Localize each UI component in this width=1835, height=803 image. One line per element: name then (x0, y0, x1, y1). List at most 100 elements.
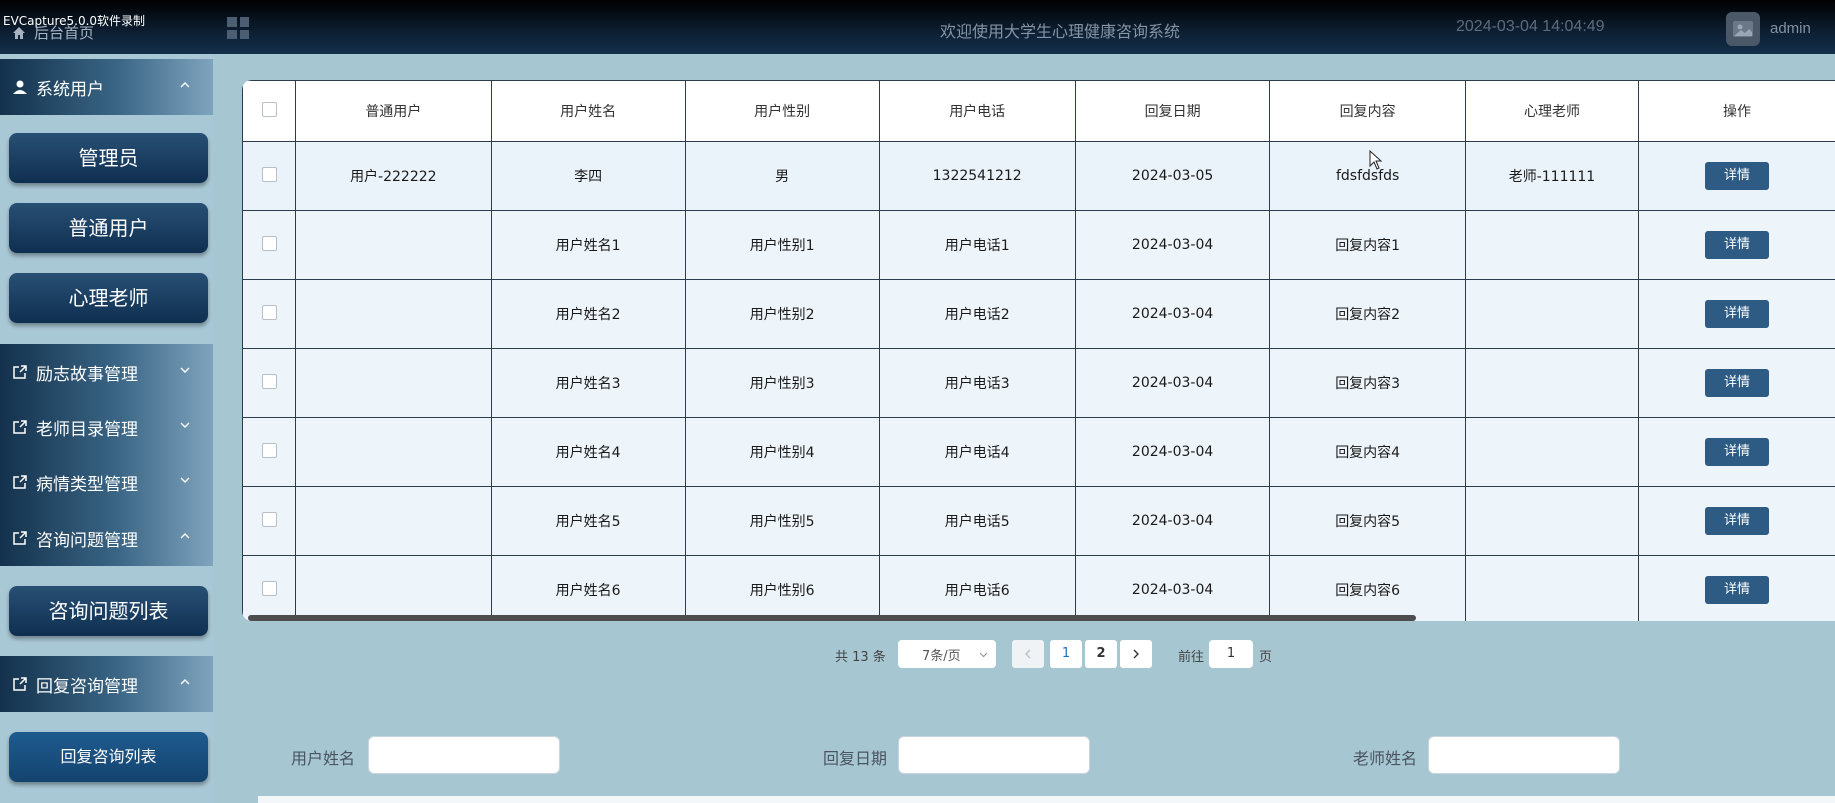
goto-page-input[interactable]: 1 (1209, 640, 1253, 668)
select-all-checkbox[interactable] (261, 101, 277, 117)
table-cell (295, 348, 492, 418)
username[interactable]: admin (1770, 20, 1811, 37)
table-cell (295, 486, 492, 556)
horizontal-scrollbar[interactable] (248, 615, 1416, 621)
column-header: 普通用户 (295, 80, 492, 142)
action-cell: 详情 (1638, 348, 1835, 418)
table-cell (295, 279, 492, 349)
sidebar-group-label: 回复咨询管理 (36, 676, 138, 697)
table-cell: 用户电话2 (878, 279, 1076, 349)
chevron-up-icon (180, 679, 190, 685)
table-cell: 用户性别6 (684, 555, 880, 621)
row-select-cell[interactable] (242, 141, 297, 211)
column-header: 操作 (1638, 80, 1835, 142)
table-cell: 用户姓名5 (490, 486, 686, 556)
table-cell: 用户性别1 (684, 210, 880, 280)
reply-table-container: 普通用户 用户姓名 用户性别 用户电话 回复日期 回复内容 心理老师 操作 用户… (242, 80, 1835, 621)
detail-button[interactable]: 详情 (1705, 231, 1770, 259)
row-select-cell[interactable] (242, 348, 297, 418)
table-cell: fdsfdsfds (1269, 141, 1466, 211)
select-all-cell[interactable] (242, 80, 297, 142)
column-header: 回复日期 (1074, 80, 1271, 142)
table-cell (295, 210, 492, 280)
sidebar-group-label: 咨询问题管理 (36, 530, 138, 551)
sidebar-item-question-list[interactable]: 咨询问题列表 (9, 586, 208, 636)
prev-page-button[interactable] (1012, 640, 1044, 668)
teacher-name-label: 老师姓名 (1353, 749, 1418, 768)
teacher-name-input[interactable] (1428, 736, 1620, 774)
table-cell: 回复内容2 (1269, 279, 1466, 349)
chevron-right-icon (1133, 649, 1139, 659)
user-name-input[interactable] (368, 736, 560, 774)
table-cell: 回复内容1 (1269, 210, 1466, 280)
row-checkbox[interactable] (261, 442, 277, 458)
column-header: 用户姓名 (490, 80, 686, 142)
row-select-cell[interactable] (242, 417, 297, 487)
detail-button[interactable]: 详情 (1705, 162, 1770, 190)
user-name-label: 用户姓名 (291, 749, 356, 768)
goto-suffix: 页 (1259, 650, 1273, 665)
detail-button[interactable]: 详情 (1705, 507, 1770, 535)
detail-button[interactable]: 详情 (1705, 576, 1770, 604)
sidebar-item-teacher[interactable]: 心理老师 (9, 273, 208, 323)
table-cell: 用户姓名6 (490, 555, 686, 621)
page-button-1[interactable]: 1 (1050, 640, 1082, 668)
sidebar-item-normal-user[interactable]: 普通用户 (9, 203, 208, 253)
table-cell: 回复内容3 (1269, 348, 1466, 418)
detail-button[interactable]: 详情 (1705, 369, 1770, 397)
table-cell: 用户性别2 (684, 279, 880, 349)
sidebar-item-reply-list[interactable]: 回复咨询列表 (9, 732, 208, 782)
row-checkbox[interactable] (261, 235, 277, 251)
table-cell: 用户姓名1 (490, 210, 686, 280)
table-cell: 用户性别4 (684, 417, 880, 487)
row-select-cell[interactable] (242, 486, 297, 556)
sidebar-group-consult-questions[interactable]: 咨询问题管理 (0, 510, 213, 566)
page-button-2[interactable]: 2 (1085, 640, 1117, 668)
row-checkbox[interactable] (261, 373, 277, 389)
sidebar-group-label: 系统用户 (36, 79, 104, 100)
row-checkbox[interactable] (261, 511, 277, 527)
action-cell: 详情 (1638, 210, 1835, 280)
avatar[interactable] (1726, 12, 1760, 46)
menu-toggle-icon[interactable] (227, 17, 249, 39)
row-checkbox[interactable] (261, 166, 277, 182)
table-row: 用户姓名1 用户性别1 用户电话1 2024-03-04 回复内容1 详情 (242, 210, 1835, 280)
datetime: 2024-03-04 14:04:49 (1456, 18, 1605, 35)
next-page-button[interactable] (1120, 640, 1152, 668)
sidebar: 系统用户 管理员 普通用户 心理老师 励志故事管理 老师目录管理 病情类型管理 … (0, 54, 213, 803)
row-select-cell[interactable] (242, 555, 297, 621)
table-cell: 2024-03-04 (1074, 279, 1271, 349)
table-cell: 用户-222222 (295, 141, 492, 211)
detail-button[interactable]: 详情 (1705, 300, 1770, 328)
sidebar-group-teacher-directory[interactable]: 老师目录管理 (0, 399, 213, 455)
sidebar-item-admin[interactable]: 管理员 (9, 133, 208, 183)
table-cell: 男 (684, 141, 880, 211)
sidebar-group-system-users[interactable]: 系统用户 (0, 59, 213, 115)
sidebar-group-reply-consult[interactable]: 回复咨询管理 (0, 656, 213, 712)
chevron-up-icon (180, 533, 190, 539)
table-row: 用户姓名5 用户性别5 用户电话5 2024-03-04 回复内容5 详情 (242, 486, 1835, 556)
bottom-panel (258, 796, 1835, 803)
sidebar-group-stories[interactable]: 励志故事管理 (0, 344, 213, 400)
action-cell: 详情 (1638, 486, 1835, 556)
column-header: 用户电话 (878, 80, 1076, 142)
page-size-select[interactable]: 7条/页 (898, 640, 996, 668)
sidebar-group-condition-types[interactable]: 病情类型管理 (0, 454, 213, 510)
table-cell: 用户电话3 (878, 348, 1076, 418)
row-checkbox[interactable] (261, 580, 277, 596)
action-cell: 详情 (1638, 555, 1835, 621)
table-row: 用户姓名2 用户性别2 用户电话2 2024-03-04 回复内容2 详情 (242, 279, 1835, 349)
table-cell: 回复内容5 (1269, 486, 1466, 556)
share-icon (13, 677, 27, 691)
action-cell: 详情 (1638, 279, 1835, 349)
row-checkbox[interactable] (261, 304, 277, 320)
detail-button[interactable]: 详情 (1705, 438, 1770, 466)
table-cell (295, 555, 492, 621)
sidebar-group-label: 励志故事管理 (36, 364, 138, 385)
table-cell (1464, 417, 1640, 487)
chevron-up-icon (180, 82, 190, 88)
row-select-cell[interactable] (242, 279, 297, 349)
table-cell: 用户姓名2 (490, 279, 686, 349)
row-select-cell[interactable] (242, 210, 297, 280)
reply-date-input[interactable] (898, 736, 1090, 774)
